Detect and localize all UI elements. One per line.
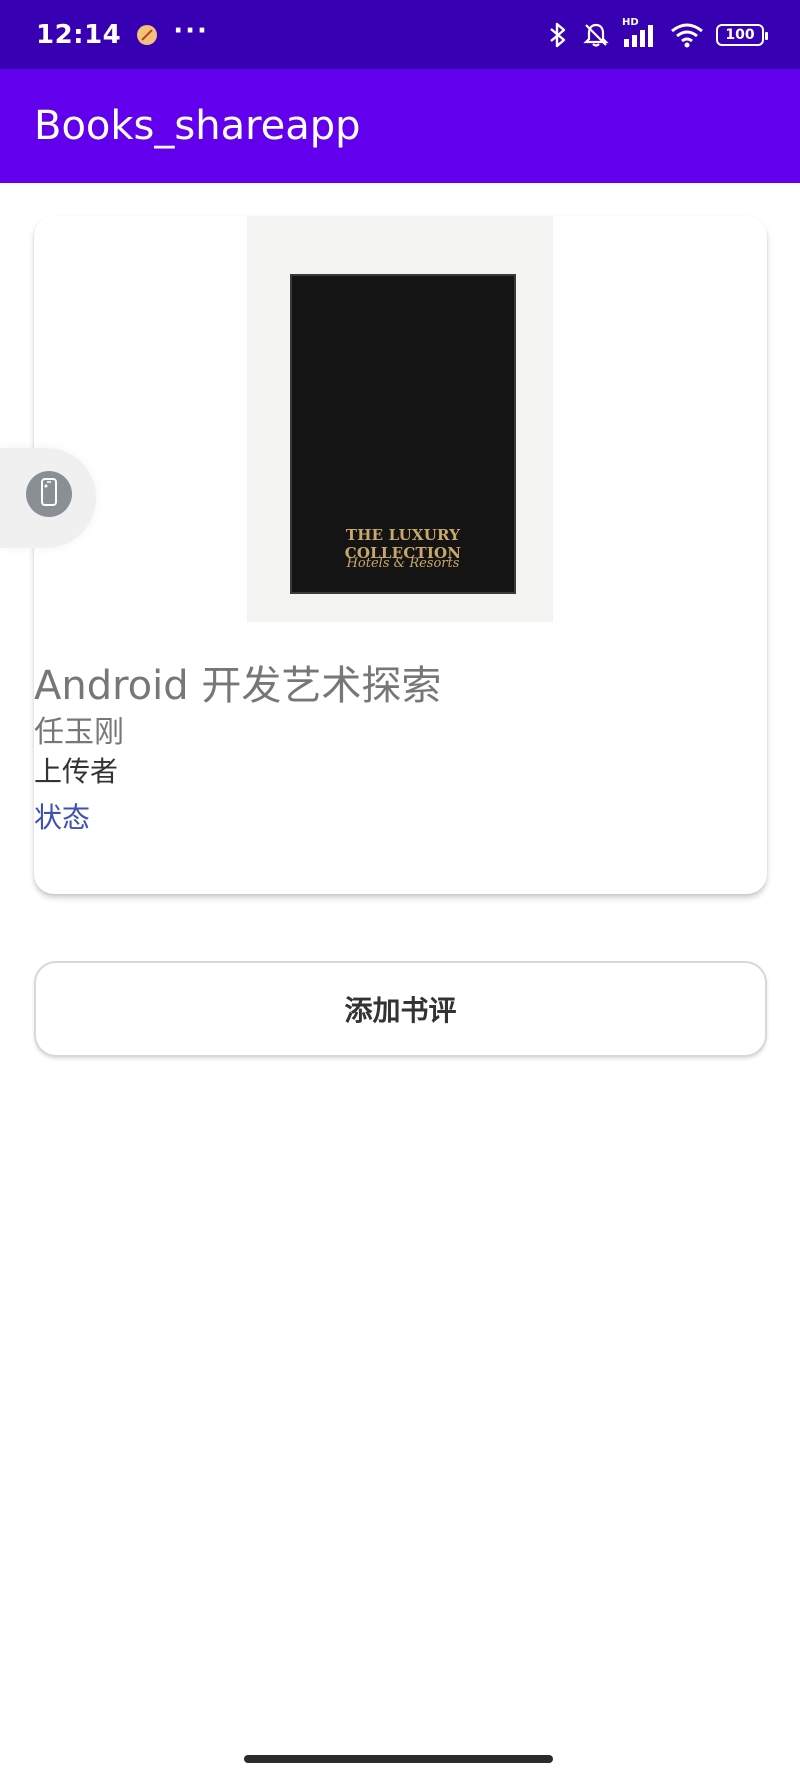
wifi-icon: [670, 21, 704, 49]
status-time: 12:14: [36, 19, 122, 50]
cover-line2: Hotels & Resorts: [346, 556, 460, 571]
app-title: Books_shareapp: [34, 103, 361, 149]
more-notifications-icon: ···: [173, 15, 209, 46]
network-type-label: HD: [622, 16, 639, 28]
book-card[interactable]: THE LUXURY COLLECTION Hotels & Resorts A…: [34, 216, 767, 894]
status-right: HD 100: [546, 17, 768, 49]
book-author: 任玉刚: [34, 715, 124, 750]
floating-phone-button[interactable]: [26, 471, 72, 517]
add-review-button[interactable]: 添加书评: [34, 961, 767, 1057]
status-left: 12:14 ···: [36, 15, 209, 50]
home-gesture-bar[interactable]: [244, 1755, 553, 1763]
cover-plaque: THE LUXURY COLLECTION Hotels & Resorts: [290, 274, 516, 594]
book-title: Android 开发艺术探索: [34, 663, 442, 709]
app-notification-icon: [137, 24, 158, 45]
battery-icon: 100: [716, 23, 768, 46]
book-status: 状态: [34, 801, 91, 834]
phone-icon: [40, 477, 58, 511]
bluetooth-icon: [546, 21, 570, 49]
status-bar: 12:14 ··· HD 100: [0, 0, 800, 69]
cellular-signal-icon: HD: [622, 17, 658, 49]
book-uploader: 上传者: [34, 755, 119, 788]
book-cover-image: THE LUXURY COLLECTION Hotels & Resorts: [247, 216, 553, 622]
silent-bell-icon: [582, 21, 610, 49]
app-bar: Books_shareapp: [0, 69, 800, 183]
